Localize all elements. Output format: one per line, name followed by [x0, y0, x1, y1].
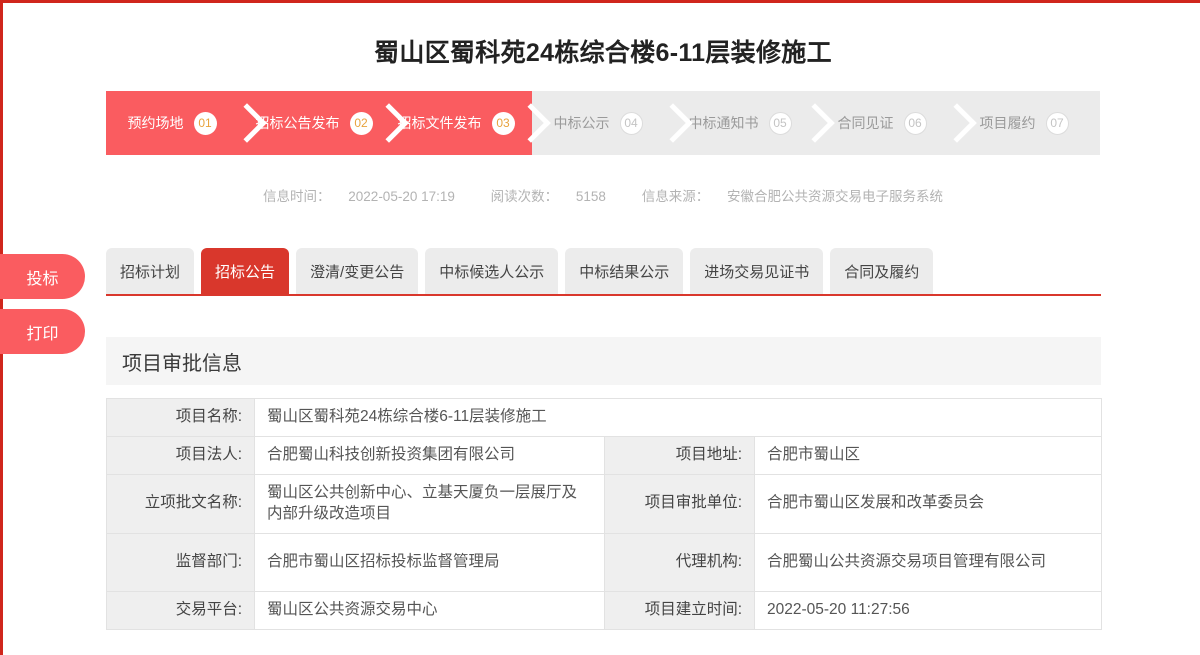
- table-cell-label: 项目建立时间:: [605, 591, 755, 629]
- tab-label: 招标公告: [215, 261, 275, 282]
- process-step-04[interactable]: 中标公示 04: [532, 91, 674, 155]
- table-cell-value: 合肥蜀山公共资源交易项目管理有限公司: [755, 533, 1102, 591]
- process-step-06[interactable]: 合同见证 06: [816, 91, 958, 155]
- table-row: 监督部门:合肥市蜀山区招标投标监督管理局代理机构:合肥蜀山公共资源交易项目管理有…: [107, 533, 1102, 591]
- table-cell-value: 合肥市蜀山区招标投标监督管理局: [255, 533, 605, 591]
- table-cell-value: 合肥市蜀山区发展和改革委员会: [755, 474, 1102, 533]
- tab-2[interactable]: 澄清/变更公告: [296, 248, 418, 294]
- bid-button-label: 投标: [26, 265, 58, 289]
- table-cell-value: 合肥市蜀山区: [755, 436, 1102, 474]
- section-heading-label: 项目审批信息: [122, 347, 242, 376]
- table-cell-label: 立项批文名称:: [107, 474, 255, 533]
- process-step-07[interactable]: 项目履约 07: [958, 91, 1100, 155]
- process-step-02[interactable]: 招标公告发布02: [248, 91, 390, 155]
- tab-label: 进场交易见证书: [704, 261, 809, 282]
- process-step-label: 中标通知书: [689, 113, 759, 133]
- table-row: 交易平台:蜀山区公共资源交易中心项目建立时间:2022-05-20 11:27:…: [107, 591, 1102, 629]
- process-step-flow: 预约场地 01 招标公告发布02招标文件发布03 中标公示 04 中标通知书 05 合同见证 0…: [106, 91, 1100, 155]
- info-source-label: 信息来源：: [642, 189, 710, 204]
- process-step-03[interactable]: 招标文件发布03: [390, 91, 532, 155]
- table-cell-value: 2022-05-20 11:27:56: [755, 591, 1102, 629]
- tab-4[interactable]: 中标结果公示: [565, 248, 683, 294]
- table-cell-value: 蜀山区蜀科苑24栋综合楼6-11层装修施工: [255, 399, 1102, 437]
- project-approval-table-body: 项目名称:蜀山区蜀科苑24栋综合楼6-11层装修施工项目法人:合肥蜀山科技创新投…: [107, 399, 1102, 630]
- page-title: 蜀山区蜀科苑24栋综合楼6-11层装修施工: [103, 33, 1103, 69]
- process-step-label: 合同见证: [838, 113, 894, 133]
- table-cell-label: 项目审批单位:: [605, 474, 755, 533]
- tab-5[interactable]: 进场交易见证书: [690, 248, 823, 294]
- meta-info-bar: 信息时间： 2022-05-20 17:19 阅读次数： 5158 信息来源： …: [103, 185, 1103, 205]
- project-approval-table: 项目名称:蜀山区蜀科苑24栋综合楼6-11层装修施工项目法人:合肥蜀山科技创新投…: [106, 398, 1102, 630]
- process-step-number: 06: [904, 112, 927, 135]
- process-step-label: 项目履约: [980, 113, 1036, 133]
- section-heading: 项目审批信息: [106, 337, 1101, 385]
- table-cell-value: 蜀山区公共资源交易中心: [255, 591, 605, 629]
- info-time-label: 信息时间：: [263, 189, 331, 204]
- process-step-label: 中标公示: [554, 113, 610, 133]
- table-cell-label: 代理机构:: [605, 533, 755, 591]
- table-row: 项目法人:合肥蜀山科技创新投资集团有限公司项目地址:合肥市蜀山区: [107, 436, 1102, 474]
- bid-button[interactable]: 投标: [0, 254, 85, 299]
- process-step-number: 07: [1046, 112, 1069, 135]
- table-cell-label: 监督部门:: [107, 533, 255, 591]
- process-step-number: 01: [194, 112, 217, 135]
- table-cell-label: 项目法人:: [107, 436, 255, 474]
- tab-label: 招标计划: [120, 261, 180, 282]
- table-cell-value: 蜀山区公共创新中心、立基天厦负一层展厅及内部升级改造项目: [255, 474, 605, 533]
- info-source-value: 安徽合肥公共资源交易电子服务系统: [727, 189, 943, 204]
- process-step-number: 05: [769, 112, 792, 135]
- table-row: 项目名称:蜀山区蜀科苑24栋综合楼6-11层装修施工: [107, 399, 1102, 437]
- tab-3[interactable]: 中标候选人公示: [425, 248, 558, 294]
- table-cell-label: 项目名称:: [107, 399, 255, 437]
- print-button[interactable]: 打印: [0, 309, 85, 354]
- table-cell-value: 合肥蜀山科技创新投资集团有限公司: [255, 436, 605, 474]
- tab-1[interactable]: 招标公告: [201, 248, 289, 294]
- tab-6[interactable]: 合同及履约: [830, 248, 933, 294]
- process-step-label: 预约场地: [128, 113, 184, 133]
- tab-0[interactable]: 招标计划: [106, 248, 194, 294]
- process-step-number: 04: [620, 112, 643, 135]
- page-root: 蜀山区蜀科苑24栋综合楼6-11层装修施工 预约场地01招标公告发布02招标文件…: [0, 0, 1200, 655]
- process-step-label: 招标公告发布: [256, 113, 340, 133]
- table-cell-label: 交易平台:: [107, 591, 255, 629]
- tab-label: 合同及履约: [844, 261, 919, 282]
- tab-label: 澄清/变更公告: [310, 261, 404, 282]
- print-button-label: 打印: [26, 320, 58, 344]
- view-count-label: 阅读次数：: [491, 189, 559, 204]
- process-step-05[interactable]: 中标通知书 05: [674, 91, 816, 155]
- tab-bar: 招标计划 招标公告 澄清/变更公告 中标候选人公示 中标结果公示 进场交易见证书 合同及履约: [106, 248, 1101, 296]
- info-time-value: 2022-05-20 17:19: [348, 189, 455, 204]
- process-step-01[interactable]: 预约场地 01: [106, 91, 248, 155]
- table-row: 立项批文名称:蜀山区公共创新中心、立基天厦负一层展厅及内部升级改造项目项目审批单…: [107, 474, 1102, 533]
- table-cell-label: 项目地址:: [605, 436, 755, 474]
- process-step-label: 招标文件发布: [398, 113, 482, 133]
- view-count-value: 5158: [576, 189, 606, 204]
- tab-label: 中标结果公示: [579, 261, 669, 282]
- tab-label: 中标候选人公示: [439, 261, 544, 282]
